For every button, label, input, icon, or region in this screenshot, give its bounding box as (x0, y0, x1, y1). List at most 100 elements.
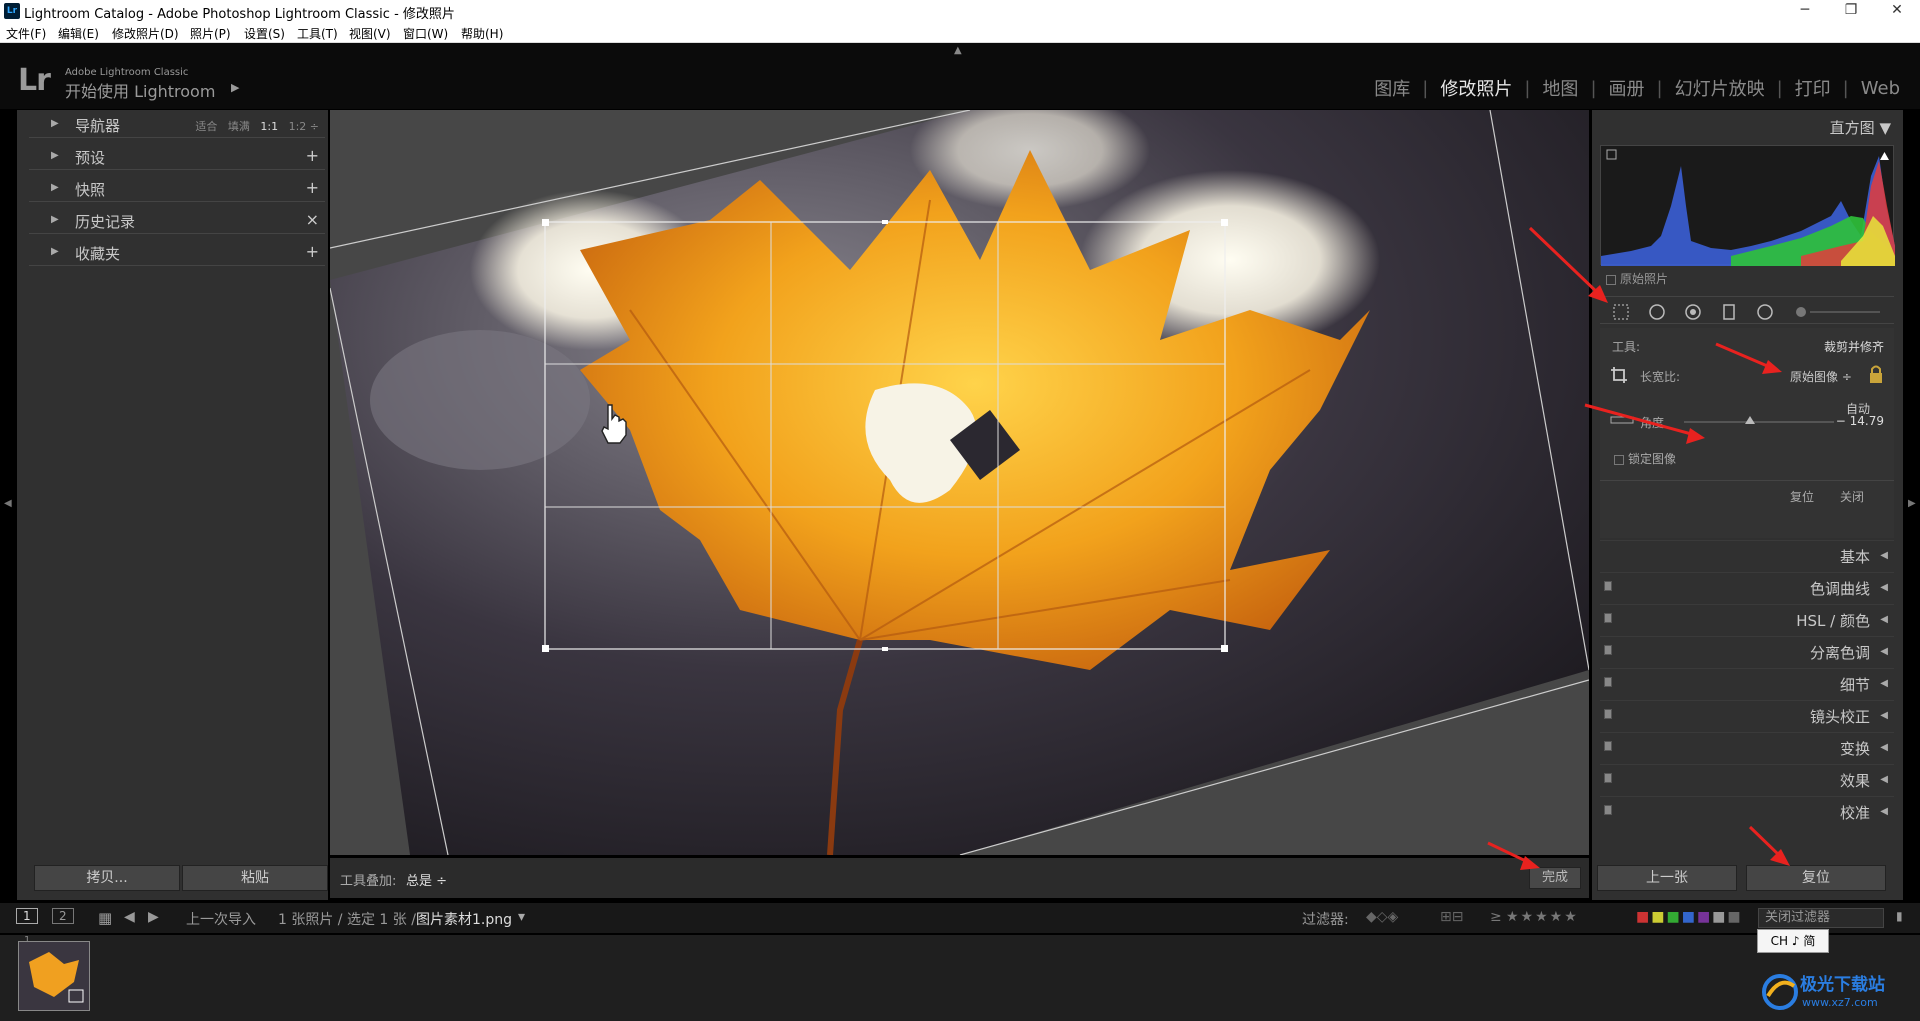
expand-icon: ▶ (51, 246, 59, 257)
close-button[interactable]: ✕ (1874, 0, 1920, 22)
done-button[interactable]: 完成 (1529, 867, 1581, 889)
module-develop[interactable]: 修改照片 (1440, 75, 1512, 101)
histogram[interactable] (1600, 145, 1895, 266)
transform-section[interactable]: 变换 ◀ (1600, 732, 1894, 760)
filter-preset-select[interactable]: 关闭过滤器 (1758, 908, 1884, 928)
menu-help[interactable]: 帮助(H) (461, 25, 503, 42)
basic-section[interactable]: 基本 ◀ (1600, 540, 1894, 568)
minimize-button[interactable]: ─ (1782, 0, 1828, 22)
split-toning-section[interactable]: 分离色调 ◀ (1600, 636, 1894, 664)
ime-indicator: CH ♪ 简 (1757, 929, 1829, 953)
crop-frame-icon[interactable] (1610, 366, 1628, 384)
source-label[interactable]: 上一次导入 (186, 909, 256, 929)
original-checkbox[interactable] (1606, 274, 1616, 285)
filename[interactable]: 图片素材1.png (416, 909, 512, 929)
collapse-right-icon[interactable]: ▶ (1908, 498, 1916, 509)
effects-section[interactable]: 效果 ◀ (1600, 764, 1894, 792)
right-panel: 直方图 ▼ 原始照片 工具: 裁剪并修齐 长宽比: 原始图像 ÷ 自动 角度 −… (1592, 110, 1903, 900)
tool-overlay-select[interactable]: 总是 ÷ (406, 870, 447, 889)
tone-curve-section[interactable]: 色调曲线 ◀ (1600, 572, 1894, 600)
clear-history-icon[interactable]: × (306, 210, 319, 229)
expand-icon: ▶ (51, 118, 59, 129)
brush-slider-icon[interactable] (1792, 303, 1882, 321)
crop-close-button[interactable]: 关闭 (1840, 488, 1864, 505)
navigator-header[interactable]: ▶ 导航器 适合 填满 1:1 1:2 ÷ (29, 110, 325, 138)
radial-filter-icon[interactable] (1756, 303, 1774, 321)
lens-correction-section[interactable]: 镜头校正 ◀ (1600, 700, 1894, 728)
aspect-select[interactable]: 原始图像 ÷ (1790, 368, 1852, 385)
module-print[interactable]: 打印 (1795, 75, 1831, 101)
straighten-tool-icon[interactable] (1610, 414, 1634, 426)
module-library[interactable]: 图库 (1374, 75, 1410, 101)
maximize-button[interactable]: ❐ (1828, 0, 1874, 22)
add-preset-icon[interactable]: + (306, 146, 319, 165)
presets-header[interactable]: ▶ 预设 + (29, 142, 325, 170)
left-panel: ▶ 导航器 适合 填满 1:1 1:2 ÷ ▶ 预设 + ▶ 快照 + ▶ 历史… (17, 110, 328, 900)
snapshots-header[interactable]: ▶ 快照 + (29, 174, 325, 202)
screen-1-button[interactable]: 1 (16, 908, 38, 924)
add-collection-icon[interactable]: + (306, 242, 319, 261)
angle-slider-thumb[interactable] (1745, 416, 1755, 424)
adobe-product-name: Adobe Lightroom Classic (65, 67, 189, 78)
hsl-section[interactable]: HSL / 颜色 ◀ (1600, 604, 1894, 632)
paste-settings-button[interactable]: 粘贴 (182, 865, 328, 891)
title-bar: Lr Lightroom Catalog - Adobe Photoshop L… (0, 0, 1920, 22)
color-label-filter[interactable]: ■■■■■■■ (1636, 909, 1743, 925)
lock-icon[interactable] (1868, 364, 1884, 384)
lightroom-app-icon: Lr (4, 3, 20, 19)
menu-tools[interactable]: 工具(T) (297, 25, 338, 42)
collapse-top-icon[interactable]: ▲ (954, 45, 962, 56)
expand-icon: ▶ (51, 150, 59, 161)
rating-stars[interactable]: ★★★★★ (1506, 909, 1579, 925)
spot-removal-icon[interactable] (1648, 303, 1666, 321)
photo-canvas[interactable] (330, 110, 1589, 855)
play-icon[interactable]: ▶ (231, 81, 239, 94)
module-book[interactable]: 画册 (1609, 75, 1645, 101)
collapse-left-icon[interactable]: ◀ (4, 498, 12, 509)
history-header[interactable]: ▶ 历史记录 × (29, 206, 325, 234)
original-photo-toggle[interactable]: 原始照片 (1606, 270, 1668, 287)
constrain-toggle[interactable]: 锁定图像 (1614, 450, 1676, 467)
filter-lock-icon[interactable]: ▮ (1896, 909, 1903, 923)
screen-2-button[interactable]: 2 (52, 908, 74, 924)
filename-dropdown-icon[interactable]: ▾ (518, 909, 525, 925)
menu-settings[interactable]: 设置(S) (244, 25, 285, 42)
graduated-filter-icon[interactable] (1720, 303, 1738, 321)
detail-section[interactable]: 细节 ◀ (1600, 668, 1894, 696)
add-snapshot-icon[interactable]: + (306, 178, 319, 197)
calibration-section[interactable]: 校准 ◀ (1600, 796, 1894, 824)
histogram-header[interactable]: 直方图 ▼ (1592, 110, 1903, 140)
crop-tool-icon[interactable] (1612, 303, 1630, 321)
reset-button[interactable]: 复位 (1746, 865, 1886, 891)
grid-view-icon[interactable]: ▦ (98, 909, 112, 927)
back-arrow-icon[interactable]: ◀ (124, 909, 135, 925)
collections-header[interactable]: ▶ 收藏夹 + (29, 238, 325, 266)
module-map[interactable]: 地图 (1542, 75, 1578, 101)
menu-edit[interactable]: 编辑(E) (58, 25, 99, 42)
copy-settings-button[interactable]: 拷贝... (34, 865, 180, 891)
get-started-link[interactable]: 开始使用 Lightroom (65, 78, 215, 102)
filmstrip[interactable]: 1 (0, 935, 1920, 1021)
module-slideshow[interactable]: 幻灯片放映 (1675, 75, 1765, 101)
module-web[interactable]: Web (1861, 78, 1900, 99)
crop-reset-button[interactable]: 复位 (1790, 488, 1814, 505)
edit-filter-icons[interactable]: ⊞⊟ (1440, 909, 1463, 925)
photo-thumbnail[interactable] (18, 941, 90, 1011)
angle-slider-track[interactable] (1684, 421, 1834, 423)
angle-value[interactable]: − 14.79 (1836, 414, 1884, 428)
menu-file[interactable]: 文件(F) (6, 25, 46, 42)
module-picker: 图库 | 修改照片 | 地图 | 画册 | 幻灯片放映 | 打印 | Web (1374, 75, 1900, 101)
menu-window[interactable]: 窗口(W) (403, 25, 448, 42)
menu-photo[interactable]: 照片(P) (190, 25, 231, 42)
rating-operator[interactable]: ≥ (1490, 909, 1502, 925)
previous-button[interactable]: 上一张 (1597, 865, 1737, 891)
constrain-checkbox[interactable] (1614, 454, 1624, 465)
collapse-icon: ◀ (1880, 774, 1888, 785)
navigator-zoom-options[interactable]: 适合 填满 1:1 1:2 ÷ (195, 118, 319, 134)
menu-develop[interactable]: 修改照片(D) (112, 25, 179, 42)
loupe-view[interactable] (330, 110, 1589, 855)
menu-view[interactable]: 视图(V) (349, 25, 391, 42)
flag-filter-icons[interactable]: ◆◇◈ (1366, 909, 1398, 925)
forward-arrow-icon[interactable]: ▶ (148, 909, 159, 925)
red-eye-icon[interactable] (1684, 303, 1702, 321)
